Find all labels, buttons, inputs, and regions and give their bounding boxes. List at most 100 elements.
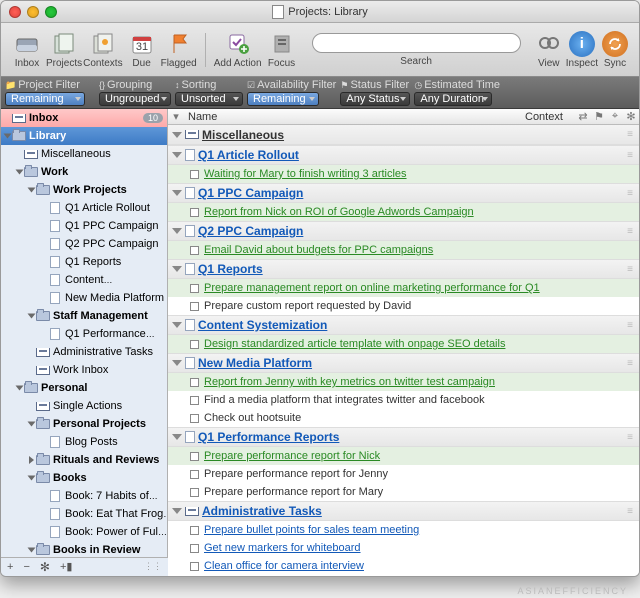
- checkbox[interactable]: [190, 452, 199, 461]
- status-filter-select[interactable]: Any Status: [340, 92, 410, 106]
- sidebar-single-actions[interactable]: Single Actions: [1, 397, 167, 415]
- group-header[interactable]: Miscellaneous≡: [168, 125, 639, 145]
- sidebar-work-inbox[interactable]: Work Inbox: [1, 361, 167, 379]
- group-title[interactable]: Content Systemization: [198, 318, 327, 332]
- sorting-select[interactable]: Unsorted: [175, 92, 243, 106]
- task-row[interactable]: Prepare management report on online mark…: [168, 279, 639, 297]
- disclosure-triangle-icon[interactable]: [172, 190, 182, 196]
- availability-filter-select[interactable]: Remaining: [247, 92, 319, 106]
- col-icon-3[interactable]: ⌖: [607, 110, 623, 123]
- task-row[interactable]: Waiting for Mary to finish writing 3 art…: [168, 165, 639, 183]
- sidebar-book-0[interactable]: Book: 7 Habits of…: [1, 487, 167, 505]
- group-title[interactable]: Q1 PPC Campaign: [198, 186, 303, 200]
- disclosure-triangle-icon[interactable]: [172, 152, 182, 158]
- sidebar-personal[interactable]: Personal: [1, 379, 167, 397]
- flagged-button[interactable]: Flagged: [161, 27, 197, 73]
- group-title[interactable]: Administrative Tasks: [202, 504, 322, 518]
- checkbox[interactable]: [190, 302, 199, 311]
- group-header[interactable]: New Media Platform≡: [168, 353, 639, 373]
- col-flag-icon[interactable]: ⚑: [591, 110, 607, 123]
- col-gear-icon[interactable]: ✻: [623, 110, 639, 123]
- checkbox[interactable]: [190, 544, 199, 553]
- disclosure-triangle-icon[interactable]: [172, 228, 182, 234]
- task-text[interactable]: Report from Nick on ROI of Google Adword…: [204, 206, 474, 218]
- sidebar-library[interactable]: Library: [1, 127, 167, 145]
- task-row[interactable]: Get new markers for whiteboard: [168, 539, 639, 557]
- task-row[interactable]: Prepare performance report for Jenny: [168, 465, 639, 483]
- group-header[interactable]: Q1 Article Rollout≡: [168, 145, 639, 165]
- task-row[interactable]: Check out hootsuite: [168, 409, 639, 427]
- task-text[interactable]: Prepare performance report for Nick: [204, 450, 380, 462]
- checkbox[interactable]: [190, 284, 199, 293]
- task-row[interactable]: Prepare performance report for Mary: [168, 483, 639, 501]
- remove-button[interactable]: −: [23, 561, 29, 573]
- group-header[interactable]: Content Systemization≡: [168, 315, 639, 335]
- view-button[interactable]: View: [533, 27, 565, 73]
- disclosure-triangle-icon[interactable]: [172, 266, 182, 272]
- sidebar-miscellaneous[interactable]: Miscellaneous: [1, 145, 167, 163]
- sidebar-work-project-2[interactable]: Q2 PPC Campaign: [1, 235, 167, 253]
- task-row[interactable]: Report from Nick on ROI of Google Adword…: [168, 203, 639, 221]
- checkbox[interactable]: [190, 470, 199, 479]
- sidebar-work-project-5[interactable]: New Media Platform: [1, 289, 167, 307]
- checkbox[interactable]: [190, 562, 199, 571]
- group-header[interactable]: Administrative Tasks ≡: [168, 501, 639, 521]
- sidebar-grip-icon[interactable]: ⋮⋮: [144, 561, 162, 572]
- task-text[interactable]: Design standardized article template wit…: [204, 338, 505, 350]
- context-column[interactable]: Context: [525, 111, 575, 123]
- sidebar[interactable]: Inbox10LibraryMiscellaneousWorkWork Proj…: [1, 109, 168, 557]
- task-text[interactable]: Email David about budgets for PPC campai…: [204, 244, 433, 256]
- sidebar-work-project-4[interactable]: Content…: [1, 271, 167, 289]
- add-group-button[interactable]: +▮: [60, 560, 72, 573]
- disclosure-column-icon[interactable]: ▾: [168, 110, 184, 123]
- checkbox[interactable]: [190, 208, 199, 217]
- task-text[interactable]: Clean office for camera interview: [204, 560, 364, 572]
- group-header[interactable]: Q1 PPC Campaign≡: [168, 183, 639, 203]
- sidebar-book-2[interactable]: Book: Power of Ful…: [1, 523, 167, 541]
- task-row[interactable]: Find a media platform that integrates tw…: [168, 391, 639, 409]
- estimated-time-select[interactable]: Any Duration: [414, 92, 492, 106]
- checkbox[interactable]: [190, 396, 199, 405]
- sidebar-staff-0[interactable]: Q1 Performance…: [1, 325, 167, 343]
- task-row[interactable]: Prepare custom report requested by David: [168, 297, 639, 315]
- sidebar-personal-projects[interactable]: Personal Projects: [1, 415, 167, 433]
- drag-handle-icon[interactable]: ≡: [627, 226, 632, 237]
- sidebar-work-project-3[interactable]: Q1 Reports: [1, 253, 167, 271]
- drag-handle-icon[interactable]: ≡: [627, 506, 632, 517]
- sidebar-staff-management[interactable]: Staff Management: [1, 307, 167, 325]
- contexts-button[interactable]: Contexts: [83, 27, 122, 73]
- checkbox[interactable]: [190, 488, 199, 497]
- sidebar-pp-0[interactable]: Blog Posts: [1, 433, 167, 451]
- drag-handle-icon[interactable]: ≡: [627, 432, 632, 443]
- group-title[interactable]: New Media Platform: [198, 356, 312, 370]
- drag-handle-icon[interactable]: ≡: [627, 129, 632, 140]
- focus-button[interactable]: Focus: [264, 27, 300, 73]
- due-button[interactable]: 31Due: [124, 27, 160, 73]
- checkbox[interactable]: [190, 378, 199, 387]
- group-header[interactable]: Q1 Reports≡: [168, 259, 639, 279]
- grouping-select[interactable]: Ungrouped: [99, 92, 171, 106]
- disclosure-triangle-icon[interactable]: [172, 360, 182, 366]
- task-list[interactable]: Miscellaneous≡Q1 Article Rollout≡Waiting…: [168, 125, 639, 576]
- sidebar-inbox[interactable]: Inbox10: [1, 109, 167, 127]
- sidebar-work-project-1[interactable]: Q1 PPC Campaign: [1, 217, 167, 235]
- task-text[interactable]: Report from Jenny with key metrics on tw…: [204, 376, 495, 388]
- checkbox[interactable]: [190, 246, 199, 255]
- sidebar-work-projects[interactable]: Work Projects: [1, 181, 167, 199]
- disclosure-triangle-icon[interactable]: [172, 132, 182, 138]
- add-button[interactable]: +: [7, 561, 13, 573]
- sync-button[interactable]: Sync: [599, 27, 631, 73]
- sidebar-books[interactable]: Books: [1, 469, 167, 487]
- task-row[interactable]: Clean office for camera interview: [168, 557, 639, 575]
- task-text[interactable]: Prepare bullet points for sales team mee…: [204, 524, 419, 536]
- group-title[interactable]: Q1 Reports: [198, 262, 263, 276]
- name-column[interactable]: Name: [184, 111, 525, 123]
- project-filter-select[interactable]: Remaining: [5, 92, 85, 106]
- group-header[interactable]: Q1 Performance Reports≡: [168, 427, 639, 447]
- inspect-button[interactable]: iInspect: [566, 27, 598, 73]
- group-title[interactable]: Q2 PPC Campaign: [198, 224, 303, 238]
- task-row[interactable]: Design standardized article template wit…: [168, 335, 639, 353]
- add-action-button[interactable]: Add Action: [214, 27, 262, 73]
- checkbox[interactable]: [190, 414, 199, 423]
- sidebar-work[interactable]: Work: [1, 163, 167, 181]
